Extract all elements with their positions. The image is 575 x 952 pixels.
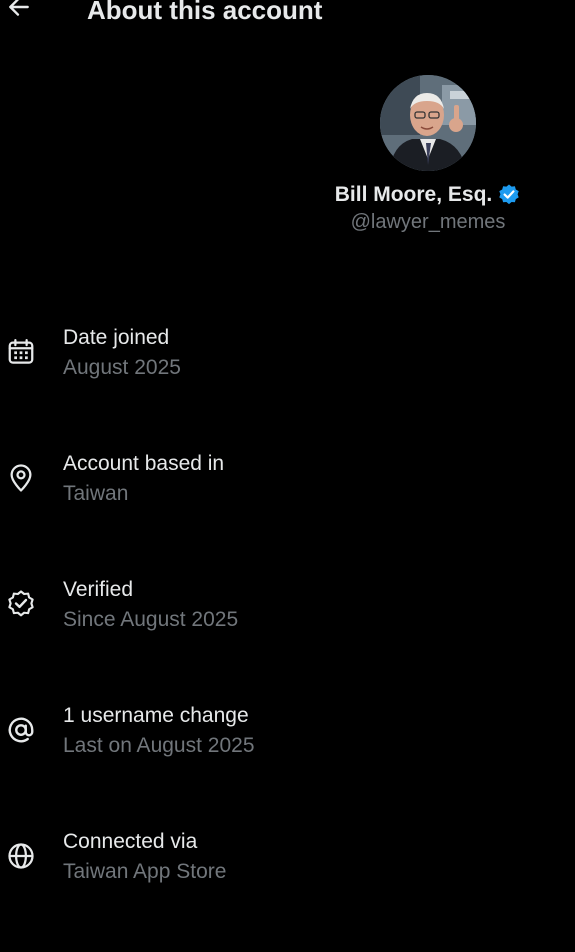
item-title: Account based in: [63, 452, 225, 475]
list-item-date-joined: Date joined August 2025: [0, 322, 575, 448]
list-item-account-based-in: Account based in Taiwan: [0, 448, 575, 574]
verified-outline-icon: [5, 588, 37, 620]
avatar[interactable]: [380, 75, 476, 171]
handle: @lawyer_memes: [350, 211, 506, 233]
item-title: Date joined: [63, 326, 170, 349]
verified-badge-icon[interactable]: [497, 183, 521, 207]
name-row: Bill Moore, Esq.: [300, 183, 556, 207]
item-subtitle: Taiwan App Store: [63, 860, 227, 883]
item-title: Verified: [63, 578, 134, 601]
list-item-verified: Verified Since August 2025: [0, 574, 575, 700]
list-item-username-change: 1 username change Last on August 2025: [0, 700, 575, 826]
list-item-connected-via: Connected via Taiwan App Store: [0, 826, 575, 952]
avatar-image: [380, 75, 476, 171]
item-subtitle: Last on August 2025: [63, 734, 255, 757]
item-subtitle: August 2025: [63, 356, 181, 379]
item-title: Connected via: [63, 830, 198, 853]
account-details-list: Date joined August 2025 Account based in…: [0, 322, 575, 952]
back-button[interactable]: [4, 0, 34, 22]
profile-summary: Bill Moore, Esq. @lawyer_memes: [300, 75, 556, 234]
item-subtitle: Taiwan: [63, 482, 129, 505]
item-title: 1 username change: [63, 704, 249, 727]
location-pin-icon: [5, 462, 37, 494]
item-subtitle: Since August 2025: [63, 608, 239, 631]
arrow-left-icon: [9, 0, 29, 16]
display-name: Bill Moore, Esq.: [334, 183, 493, 206]
page-title: About this account: [87, 0, 323, 25]
page-header: About this account: [0, 0, 575, 28]
at-sign-icon: [5, 714, 37, 746]
globe-icon: [5, 840, 37, 872]
calendar-icon: [5, 336, 37, 368]
